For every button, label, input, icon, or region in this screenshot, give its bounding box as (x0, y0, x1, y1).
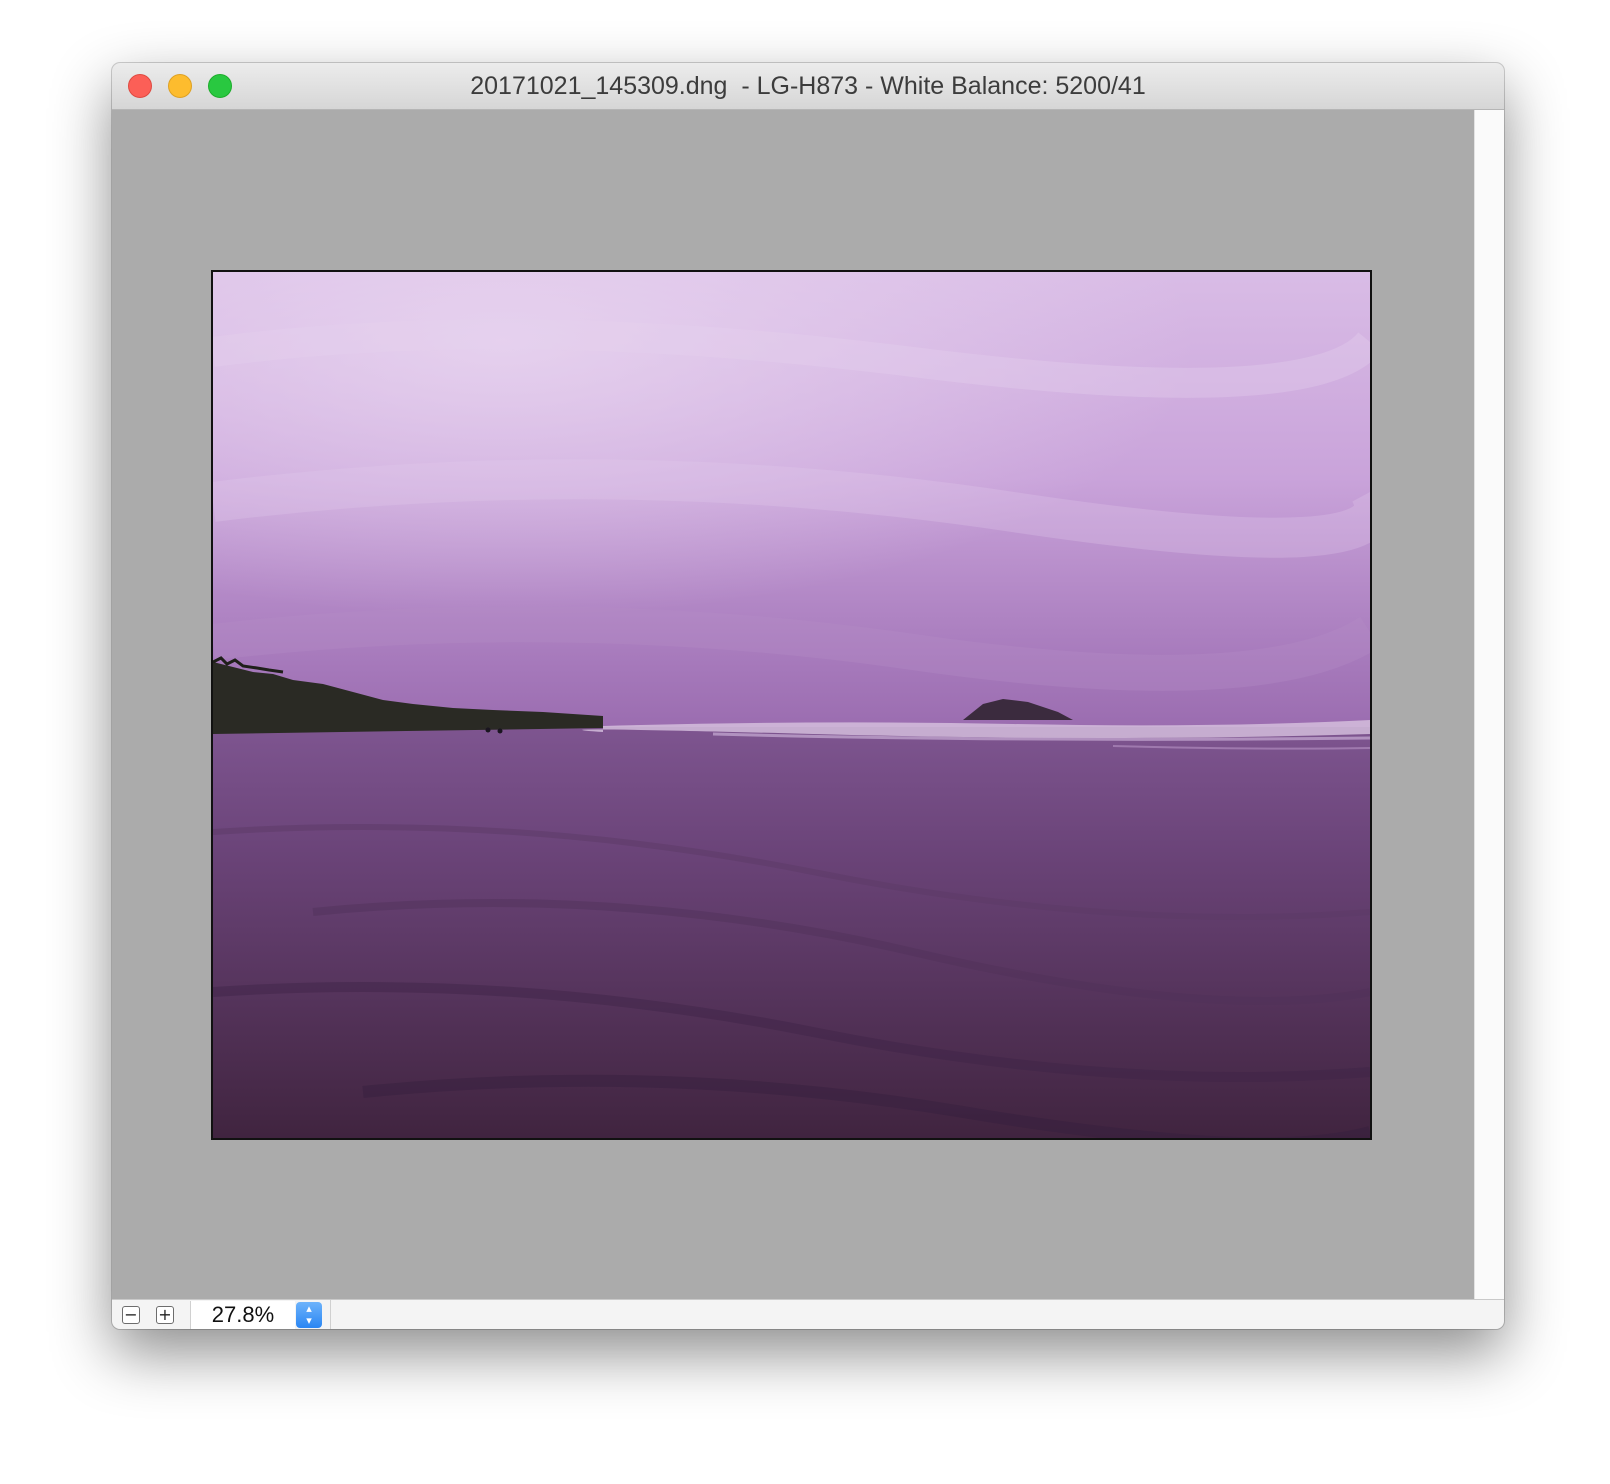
image-canvas[interactable] (112, 110, 1474, 1299)
title-bar[interactable]: 20171021_145309.dng - LG-H873 - White Ba… (112, 63, 1504, 110)
zoom-window-button[interactable] (208, 74, 232, 98)
photo-preview[interactable] (211, 270, 1372, 1140)
minimize-window-button[interactable] (168, 74, 192, 98)
vertical-scrollbar[interactable] (1474, 110, 1504, 1299)
zoom-level-field[interactable]: 27.8% (190, 1301, 295, 1329)
zoom-out-button[interactable]: − (122, 1306, 140, 1324)
zoom-in-button[interactable]: + (156, 1306, 174, 1324)
zoom-status-bar: − + 27.8% ▴ ▾ (112, 1299, 1504, 1329)
status-divider (330, 1300, 331, 1329)
window-title: 20171021_145309.dng - LG-H873 - White Ba… (470, 72, 1146, 100)
beach-photo (213, 272, 1370, 1138)
close-window-button[interactable] (128, 74, 152, 98)
zoom-stepper-icon[interactable]: ▴ ▾ (296, 1302, 322, 1328)
image-viewer-window: 20171021_145309.dng - LG-H873 - White Ba… (112, 63, 1504, 1329)
